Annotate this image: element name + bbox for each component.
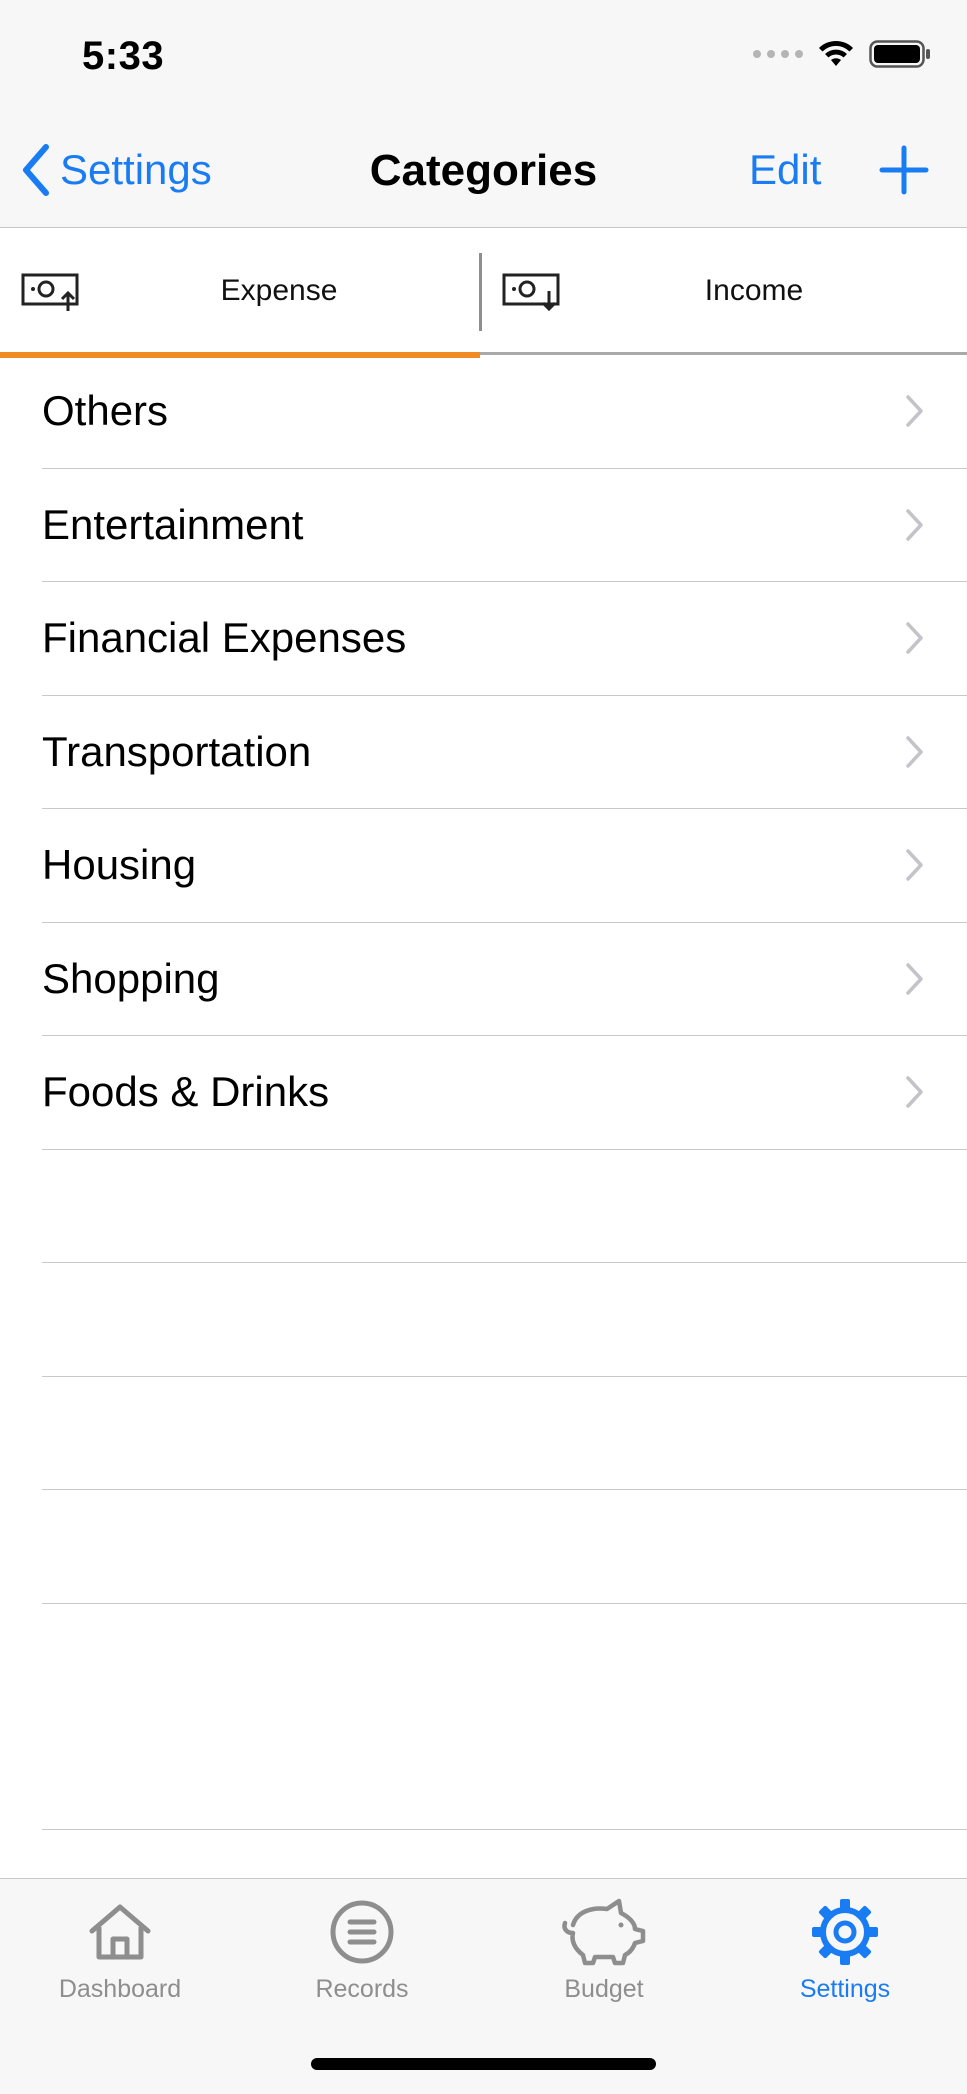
status-bar: 5:33: [0, 0, 967, 112]
list-item[interactable]: Others: [0, 355, 967, 469]
list-item[interactable]: Shopping: [0, 923, 967, 1037]
tab-records-label: Records: [315, 1975, 409, 2003]
tab-records[interactable]: Records: [262, 1893, 462, 2023]
tab-budget[interactable]: Budget: [504, 1893, 704, 2023]
chevron-left-icon: [23, 144, 49, 196]
back-button[interactable]: Settings: [20, 142, 212, 198]
chevron-right-icon: [906, 508, 923, 541]
category-label: Transportation: [42, 727, 312, 775]
category-label: Financial Expenses: [42, 614, 407, 661]
tab-dashboard-label: Dashboard: [58, 1975, 182, 2003]
empty-row: [0, 1150, 967, 1264]
tab-dashboard[interactable]: Dashboard: [20, 1893, 220, 2023]
tab-settings-label: Settings: [799, 1975, 891, 2003]
chevron-right-icon: [906, 849, 923, 881]
empty-row: [0, 1263, 967, 1377]
tab-settings[interactable]: Settings: [745, 1893, 945, 2023]
list-circle-icon: [330, 1900, 394, 1964]
tab-expense-label: Expense: [220, 274, 338, 307]
empty-row: [0, 1490, 967, 1604]
tab-income[interactable]: Income: [481, 229, 967, 355]
chevron-right-icon: [906, 962, 923, 995]
tab-income-label: Income: [704, 274, 804, 307]
home-indicator: [311, 2058, 656, 2070]
category-list: Others Entertainment Financial Expenses …: [0, 355, 967, 1604]
plus-icon: [879, 145, 929, 195]
list-item[interactable]: Housing: [0, 809, 967, 923]
add-category-button[interactable]: [878, 144, 930, 201]
battery-icon: [869, 40, 930, 68]
status-icons: [753, 40, 931, 68]
cellular-signal-icon: [753, 50, 803, 58]
house-icon: [89, 1904, 151, 1960]
type-segmented-control: Expense Income: [0, 229, 967, 358]
category-label: Others: [42, 387, 169, 434]
list-separator: [42, 1829, 967, 1830]
list-item[interactable]: Transportation: [0, 696, 967, 810]
list-item[interactable]: Entertainment: [0, 469, 967, 583]
category-label: Housing: [42, 841, 197, 888]
category-label: Shopping: [42, 954, 220, 1002]
chevron-right-icon: [906, 395, 923, 427]
status-time: 5:33: [82, 34, 165, 78]
tab-expense[interactable]: Expense: [0, 229, 480, 358]
gear-icon: [812, 1899, 878, 1965]
list-item[interactable]: Foods & Drinks: [0, 1036, 967, 1150]
edit-button[interactable]: Edit: [749, 146, 821, 194]
chevron-right-icon: [906, 1076, 923, 1108]
list-item[interactable]: Financial Expenses: [0, 582, 967, 696]
category-label: Foods & Drinks: [42, 1068, 330, 1115]
category-label: Entertainment: [42, 500, 304, 548]
categories-screen: 5:33 Settings Categories Edit Expense In…: [0, 0, 967, 2094]
tab-budget-label: Budget: [564, 1975, 644, 2003]
navigation-bar: Settings Categories Edit: [0, 112, 967, 228]
empty-row: [0, 1377, 967, 1491]
wifi-icon: [819, 40, 853, 66]
back-button-label: Settings: [60, 146, 212, 193]
chevron-right-icon: [906, 735, 923, 768]
piggy-bank-icon: [562, 1898, 646, 1966]
chevron-right-icon: [906, 622, 923, 654]
